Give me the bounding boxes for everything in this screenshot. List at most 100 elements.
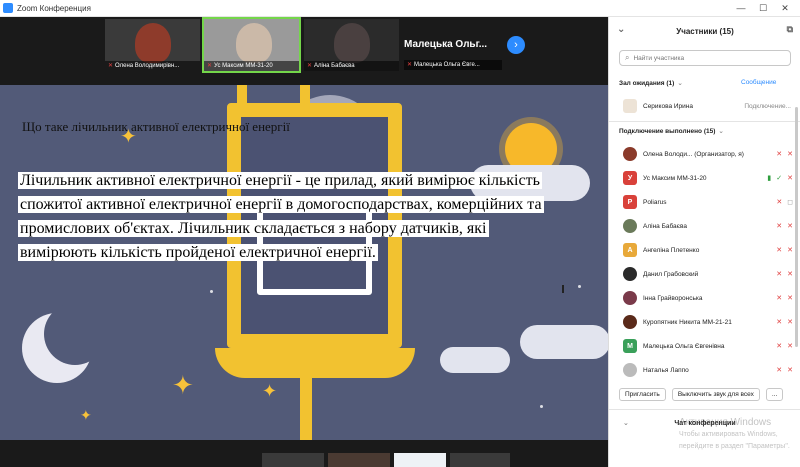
participant-row[interactable]: Аліна Бабаєва ✕ ✕ bbox=[609, 215, 800, 237]
mic-muted-icon[interactable]: ✓ bbox=[776, 174, 782, 182]
star-decoration: ✦ bbox=[80, 407, 92, 423]
mute-all-button[interactable]: Выключить звук для всех bbox=[671, 388, 760, 401]
video-thumbnail[interactable]: ✕ Аліна Бабаєва bbox=[304, 19, 399, 71]
participant-status-icons: ✕ ✕ bbox=[776, 366, 793, 374]
participant-video bbox=[236, 23, 272, 63]
waiting-participant-row[interactable]: Серикова Ирина Подключение... bbox=[609, 95, 800, 117]
avatar bbox=[623, 147, 637, 161]
mic-muted-icon[interactable]: ✕ bbox=[776, 366, 782, 374]
star-decoration: ✦ bbox=[172, 370, 194, 400]
video-off-icon[interactable]: ✕ bbox=[787, 318, 793, 326]
search-input[interactable] bbox=[633, 54, 784, 62]
connected-header[interactable]: Подключение выполнено (15) ⌄ bbox=[619, 127, 724, 135]
chevron-down-icon: ⌄ bbox=[718, 128, 724, 135]
participant-name: Аліна Бабаєва bbox=[643, 222, 687, 230]
video-thumbnail[interactable] bbox=[262, 453, 324, 467]
participant-row[interactable]: Данил Грабовский ✕ ✕ bbox=[609, 263, 800, 285]
minimize-button[interactable]: — bbox=[730, 0, 752, 16]
participant-status-icons: ✕ ✕ bbox=[776, 318, 793, 326]
mic-muted-icon[interactable]: ✕ bbox=[776, 294, 782, 302]
popout-icon[interactable]: ⧉ bbox=[787, 24, 793, 35]
video-off-icon[interactable]: ✕ bbox=[787, 366, 793, 374]
video-off-icon[interactable]: ▮ bbox=[767, 174, 771, 182]
title-bar: Zoom Конференция — ☐ ✕ bbox=[0, 0, 800, 17]
window-title: Zoom Конференция bbox=[17, 3, 91, 13]
participant-row[interactable]: А Ангеліна Плетенко ✕ ✕ bbox=[609, 239, 800, 261]
avatar: А bbox=[623, 243, 637, 257]
mic-muted-icon[interactable]: ✕ bbox=[776, 270, 782, 278]
participant-video bbox=[334, 23, 370, 63]
avatar bbox=[623, 291, 637, 305]
avatar bbox=[623, 315, 637, 329]
featured-participant-name: Малецька Ольг... bbox=[404, 39, 488, 50]
avatar bbox=[623, 267, 637, 281]
close-window-button[interactable]: ✕ bbox=[774, 0, 796, 16]
search-icon: ⌕ bbox=[625, 53, 630, 62]
slide-body: Лічильник активної електричної енергії -… bbox=[18, 169, 593, 265]
participant-status-icons: ✕ ◻ bbox=[776, 198, 793, 206]
participants-panel-header: ⌄ Участники (15) ⧉ bbox=[609, 21, 800, 41]
participants-title: Участники (15) bbox=[676, 26, 734, 36]
mic-muted-icon[interactable]: ✕ bbox=[776, 246, 782, 254]
video-off-icon[interactable]: ✕ bbox=[787, 342, 793, 350]
video-name-tag: ✕ Олена Володимирівн... bbox=[105, 61, 200, 71]
participant-row[interactable]: Наталья Лаппо ✕ ✕ bbox=[609, 359, 800, 381]
waiting-room-header[interactable]: Зал ожидания (1) ⌄ bbox=[619, 79, 683, 87]
meter-base-illustration bbox=[215, 348, 415, 378]
video-off-icon[interactable]: ✕ bbox=[787, 246, 793, 254]
mic-muted-icon: ✕ bbox=[108, 63, 114, 69]
video-thumbnail-speaking[interactable]: ✕ Ус Максим ММ-31-20 bbox=[202, 17, 301, 73]
message-link[interactable]: Сообщение bbox=[741, 79, 776, 86]
collapse-icon[interactable]: ⌄ bbox=[617, 24, 625, 35]
next-page-button[interactable]: › bbox=[507, 36, 525, 54]
participant-status-icons: ▮ ✓ ✕ bbox=[767, 174, 793, 182]
video-off-icon[interactable]: ◻ bbox=[787, 198, 793, 206]
video-thumbnail[interactable]: ✕ Олена Володимирівн... bbox=[105, 19, 200, 71]
maximize-button[interactable]: ☐ bbox=[752, 0, 774, 16]
slide-title: Що таке лічильник активної електричної е… bbox=[22, 119, 290, 134]
zoom-window: Zoom Конференция — ☐ ✕ ✕ Олена Володимирі… bbox=[0, 0, 800, 467]
mic-muted-icon[interactable]: ✕ bbox=[776, 342, 782, 350]
participant-row[interactable]: P Poliarus ✕ ◻ bbox=[609, 191, 800, 213]
panel-actions: Пригласить Выключить звук для всех ... bbox=[619, 388, 784, 401]
divider bbox=[609, 121, 800, 122]
video-thumbnail[interactable] bbox=[394, 453, 446, 467]
participant-status-icons: ✕ ✕ bbox=[776, 150, 793, 158]
participant-row[interactable]: Куропятник Никита ММ-21-21 ✕ ✕ bbox=[609, 311, 800, 333]
video-off-icon[interactable]: ✕ bbox=[787, 150, 793, 158]
participant-list-scrollbar[interactable] bbox=[795, 107, 798, 347]
video-off-icon[interactable]: ✕ bbox=[787, 294, 793, 302]
video-off-icon[interactable]: ✕ bbox=[787, 270, 793, 278]
mic-muted-icon[interactable]: ✕ bbox=[776, 222, 782, 230]
video-thumbnail[interactable] bbox=[450, 453, 510, 467]
video-off-icon[interactable]: ✕ bbox=[787, 222, 793, 230]
sparkle-decoration bbox=[210, 290, 213, 293]
windows-activation-watermark: Активация Windows Чтобы активировать Win… bbox=[679, 417, 790, 450]
mic-muted-icon[interactable]: ✕ bbox=[776, 318, 782, 326]
participant-row[interactable]: Олена Володи... (Организатор, я) ✕ ✕ bbox=[609, 143, 800, 165]
video-thumbnail[interactable] bbox=[328, 453, 390, 467]
invite-button[interactable]: Пригласить bbox=[619, 388, 666, 401]
participant-name: Малецька Ольга Євгенівна bbox=[643, 342, 725, 350]
participant-search[interactable]: ⌕ bbox=[619, 50, 791, 66]
cloud-decoration bbox=[520, 325, 608, 359]
meeting-area: ✕ Олена Володимирівн... ✕ Ус Максим ММ-31-… bbox=[0, 17, 608, 467]
participant-row[interactable]: M Малецька Ольга Євгенівна ✕ ✕ bbox=[609, 335, 800, 357]
participant-row[interactable]: У Ус Максим ММ-31-20 ▮ ✓ ✕ bbox=[609, 167, 800, 189]
video-thumbnail-strip: ✕ Олена Володимирівн... ✕ Ус Максим ММ-31-… bbox=[0, 17, 608, 74]
participant-row[interactable]: Інна Грайворонська ✕ ✕ bbox=[609, 287, 800, 309]
participant-name: Ангеліна Плетенко bbox=[643, 246, 700, 254]
star-decoration: ✦ bbox=[262, 381, 278, 401]
window-controls: — ☐ ✕ bbox=[730, 0, 796, 16]
sparkle-decoration bbox=[540, 405, 543, 408]
slide-body-line: спожитої активної електричної енергії в … bbox=[18, 196, 544, 213]
video-off-icon[interactable]: ✕ bbox=[787, 174, 793, 182]
cloud-decoration bbox=[440, 347, 510, 373]
video-name-tag: ✕ Малецька Ольга Євге... bbox=[404, 60, 502, 70]
more-options-button[interactable]: ... bbox=[765, 388, 784, 401]
participant-status-icons: ✕ ✕ bbox=[776, 270, 793, 278]
mic-muted-icon[interactable]: ✕ bbox=[776, 198, 782, 206]
mic-muted-icon[interactable]: ✕ bbox=[776, 150, 782, 158]
slide-body-line: Лічильник активної електричної енергії -… bbox=[18, 172, 542, 189]
bottom-video-strip bbox=[0, 440, 608, 467]
